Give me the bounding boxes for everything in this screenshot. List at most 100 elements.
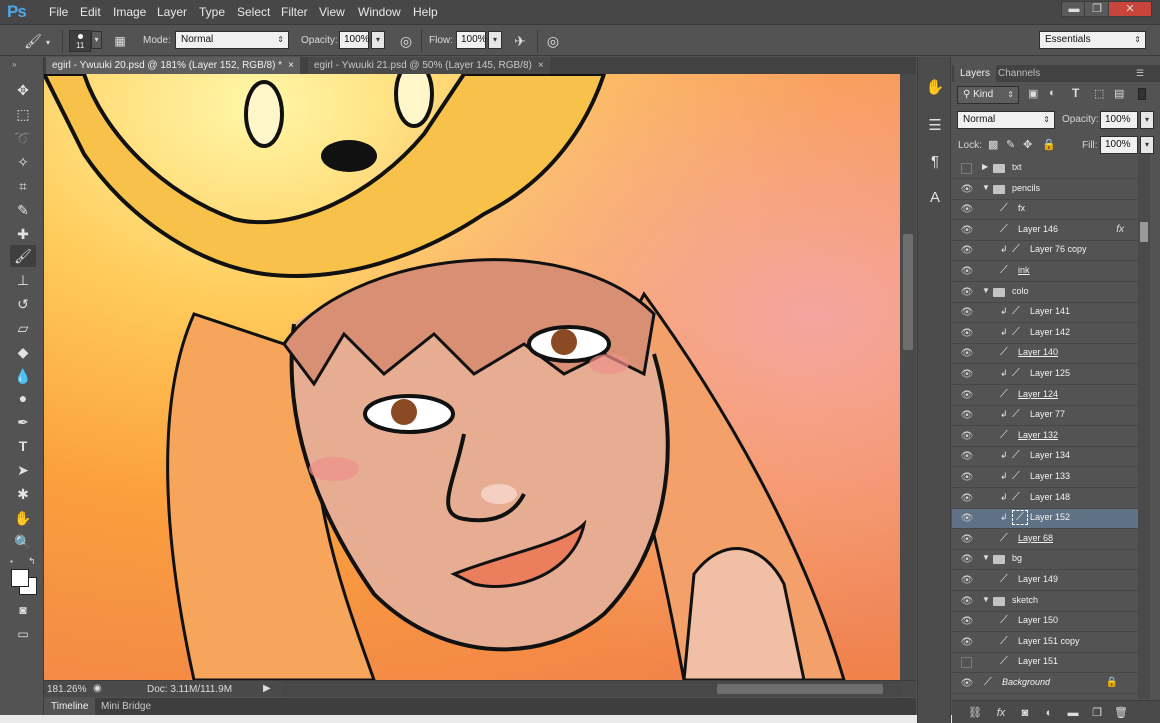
pen-tool-icon[interactable]: ✒ [10,411,36,433]
hand-tool-icon[interactable]: ✋ [10,507,36,529]
mini-bridge-tab[interactable]: Mini Bridge [94,698,158,715]
collapse-arrow-icon[interactable]: ▼ [982,183,990,192]
visibility-eye-icon[interactable]: 👁 [960,410,974,422]
flow-dropdown[interactable]: ▾ [488,31,502,49]
marquee-tool-icon[interactable]: ⬚ [10,103,36,125]
opacity-dropdown[interactable]: ▾ [371,31,385,49]
layer-row[interactable]: 👁 ⟋ Background 🔒 [952,674,1138,694]
visibility-eye-icon[interactable]: 👁 [960,245,974,257]
vertical-scroll-thumb[interactable] [903,234,913,350]
type-tool-icon[interactable]: T [10,435,36,457]
character-panel-icon[interactable]: A [924,187,946,209]
visibility-toggle-off[interactable] [961,163,972,174]
layer-row[interactable]: 👁 ⟋ Layer 68 [952,529,1138,550]
visibility-eye-icon[interactable]: 👁 [960,431,974,443]
blur-tool-icon[interactable]: 💧 [10,365,36,387]
timeline-tab[interactable]: Timeline [44,698,96,715]
horizontal-scrollbar[interactable] [282,681,902,697]
visibility-eye-icon[interactable]: 👁 [960,287,974,299]
visibility-eye-icon[interactable]: 👁 [960,184,974,196]
layer-row[interactable]: 👁 ⟋ Layer 149 [952,571,1138,591]
visibility-eye-icon[interactable]: 👁 [960,472,974,484]
brush-preset-icon[interactable]: 🖌 [24,32,42,50]
panel-menu-icon[interactable]: ☰ [1136,68,1144,79]
layer-list-scroll-thumb[interactable] [1140,222,1148,242]
brush-panel-icon[interactable]: ▦ [111,32,129,50]
menu-edit[interactable]: Edit [80,5,101,19]
tab-channels[interactable]: Channels [992,65,1046,82]
document-tab[interactable]: egirl - Ywuuki 21.psd @ 50% (Layer 145, … [308,57,550,74]
layer-row[interactable]: 👁 ⟋ Layer 140 [952,344,1138,365]
lasso-tool-icon[interactable]: ➰ [10,127,36,149]
status-info-icon[interactable]: ◉ [93,683,102,694]
menu-view[interactable]: View [319,5,345,19]
document-tab-active[interactable]: egirl - Ywuuki 20.psd @ 181% (Layer 152,… [46,57,300,74]
layer-row[interactable]: 👁 ⟋ Layer 150 [952,612,1138,633]
menu-filter[interactable]: Filter [281,5,308,19]
visibility-eye-icon[interactable]: 👁 [960,678,974,690]
paint-bucket-tool-icon[interactable]: ◆ [10,341,36,363]
fill-input[interactable]: 100% [1100,136,1138,154]
healing-brush-tool-icon[interactable]: ✚ [10,223,36,245]
status-menu-arrow-icon[interactable]: ▶ [263,683,271,694]
restore-button[interactable]: ❐ [1084,1,1110,17]
layer-filter-select[interactable]: ⚲ Kind ⇕ [957,86,1019,104]
quick-select-tool-icon[interactable]: ✧ [10,151,36,173]
mode-select[interactable]: Normal ⇕ [175,31,289,49]
eyedropper-tool-icon[interactable]: ✎ [10,199,36,221]
layer-opacity-dropdown[interactable]: ▾ [1140,111,1154,129]
default-colors-icon[interactable]: ▪ [10,557,13,566]
clone-stamp-tool-icon[interactable]: ⊥ [10,269,36,291]
opacity-input[interactable]: 100% [339,31,370,49]
layer-row[interactable]: 👁 ⟋ Layer 151 copy [952,632,1138,653]
layer-group-row[interactable]: 👁 ▼ bg [952,550,1138,571]
shape-tool-icon[interactable]: ✱ [10,483,36,505]
menu-window[interactable]: Window [358,5,401,19]
layer-list-scrollbar[interactable] [1138,154,1150,699]
new-adjustment-icon[interactable]: ◐ [1040,705,1058,721]
menu-type[interactable]: Type [199,5,225,19]
eraser-tool-icon[interactable]: ▱ [10,317,36,339]
layer-row[interactable]: 👁 ↲ ⟋ Layer 125 [952,365,1138,385]
lock-all-icon[interactable]: 🔒 [1042,138,1056,151]
airbrush-icon[interactable]: ✈ [511,32,529,50]
visibility-eye-icon[interactable]: 👁 [960,575,974,587]
path-select-tool-icon[interactable]: ➤ [10,459,36,481]
layer-row[interactable]: 👁 ↲ ⟋ Layer 141 [952,303,1138,324]
history-panel-icon[interactable]: ✋ [924,77,946,99]
collapse-icon[interactable]: » [12,60,16,69]
layer-row[interactable]: 👁 ⟋ Layer 146 fx [952,220,1138,241]
visibility-toggle-off[interactable] [961,657,972,669]
new-group-icon[interactable]: ▬ [1064,705,1082,721]
filter-smart-object-icon[interactable]: ▤ [1114,87,1124,100]
quick-mask-icon[interactable]: ◙ [10,599,36,621]
layer-group-row[interactable]: ▶ txt [952,159,1138,179]
layer-row[interactable]: 👁 ↲ ⟋ Layer 134 [952,447,1138,468]
layer-row[interactable]: 👁 ↲ ⟋ Layer 152 [952,509,1138,530]
tab-layers[interactable]: Layers [954,65,997,82]
layer-row[interactable]: 👁 ⟋ fx [952,200,1138,221]
collapse-arrow-icon[interactable]: ▼ [982,286,990,295]
menu-layer[interactable]: Layer [157,5,187,19]
visibility-eye-icon[interactable]: 👁 [960,204,974,216]
visibility-eye-icon[interactable]: 👁 [960,554,974,566]
history-brush-tool-icon[interactable]: ↺ [10,293,36,315]
adjustments-panel-icon[interactable]: ☰ [924,115,946,137]
new-layer-icon[interactable]: ❐ [1088,705,1106,721]
filter-adjustment-icon[interactable]: ◐ [1049,87,1056,99]
fill-dropdown[interactable]: ▾ [1140,136,1154,154]
canvas[interactable] [44,74,900,680]
visibility-eye-icon[interactable]: 👁 [960,328,974,340]
layer-row[interactable]: ⟋ Layer 151 [952,653,1138,674]
workspace-select[interactable]: Essentials ⇕ [1039,31,1146,49]
collapse-arrow-icon[interactable]: ▼ [982,595,990,604]
menu-image[interactable]: Image [113,5,146,19]
pressure-opacity-icon[interactable]: ◎ [397,32,415,50]
filter-type-icon[interactable]: T [1072,86,1079,100]
zoom-tool-icon[interactable]: 🔍 [10,531,36,553]
layer-row[interactable]: 👁 ⟋ ink [952,262,1138,282]
visibility-eye-icon[interactable]: 👁 [960,534,974,546]
foreground-color-swatch[interactable] [11,569,29,587]
visibility-eye-icon[interactable]: 👁 [960,369,974,381]
visibility-eye-icon[interactable]: 👁 [960,637,974,649]
